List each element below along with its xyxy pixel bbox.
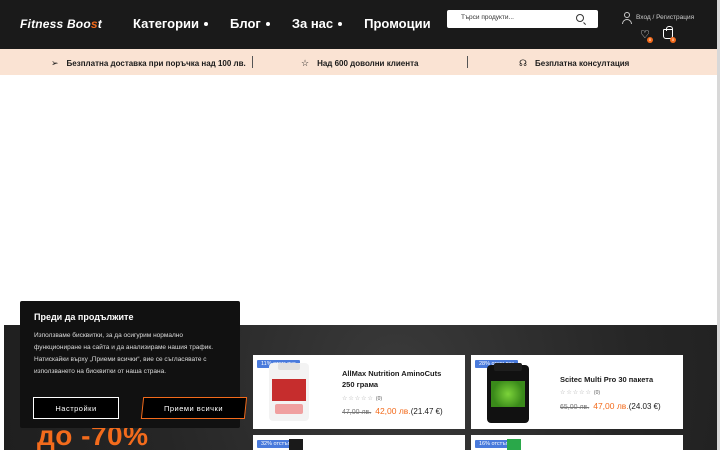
product-price: 47,00 лв. 42,00 лв.(21.47 €) [342, 406, 443, 416]
login-link[interactable]: Вход / Регистрация [636, 14, 694, 21]
promo-text: Безплатна консултация [535, 59, 630, 68]
product-card[interactable]: 11% отстъпка AllMax Nutrition AminoCuts … [253, 355, 465, 429]
new-price: 47,00 лв. [593, 401, 629, 411]
product-price: 65,00 лв. 47,00 лв.(24.03 €) [560, 401, 661, 411]
logo-text: Fitness Boo [20, 17, 91, 31]
cart-count-badge: 0 [670, 37, 676, 43]
headset-icon: ☊ [519, 58, 527, 68]
search-icon[interactable] [576, 14, 584, 22]
rating-stars: ☆☆☆☆☆ (0) [560, 390, 601, 396]
accept-label: Приеми всички [164, 403, 224, 413]
promo-item-delivery: ➢ Безплатна доставка при поръчка над 100 … [51, 58, 246, 69]
site-header: Fitness Boost Категории Блог За нас Пром… [0, 0, 720, 49]
wishlist-count-badge: 0 [647, 37, 653, 43]
nav-label: За нас [291, 16, 334, 31]
product-image[interactable] [487, 361, 529, 423]
promo-divider [252, 56, 253, 68]
dropdown-dot-icon [204, 21, 209, 26]
cookie-body: Използваме бисквитки, за да осигурим нор… [34, 332, 214, 375]
product-card[interactable]: 28% отстъпка Scitec Multi Pro 30 пакета … [471, 355, 683, 429]
nav-item-promotions[interactable]: Промоции [364, 16, 430, 31]
user-icon[interactable] [622, 12, 632, 24]
nav-label: Блог [230, 16, 261, 31]
search-placeholder: Търси продукти... [461, 14, 514, 21]
product-image[interactable] [289, 439, 303, 450]
cookie-consent-dialog: Преди да продължите Използваме бисквитки… [20, 301, 248, 428]
eur-price: (21.47 €) [410, 407, 443, 416]
send-icon: ➢ [51, 58, 59, 68]
star-icon: ☆ [301, 58, 310, 68]
promo-bar: ➢ Безплатна доставка при поръчка над 100 … [0, 49, 717, 75]
cookie-accept-all-button[interactable]: Приеми всички [140, 397, 248, 419]
old-price: 47,00 лв. [342, 409, 372, 416]
review-count: (0) [375, 396, 383, 402]
cookie-title: Преди да продължите [34, 312, 134, 322]
logo-text-end: t [97, 17, 102, 31]
promo-divider [467, 56, 468, 68]
search-input[interactable]: Търси продукти... [447, 10, 598, 28]
site-logo[interactable]: Fitness Boost [20, 17, 102, 31]
dropdown-dot-icon [265, 21, 270, 26]
promo-text: Над 600 доволни клиента [317, 59, 419, 68]
nav-item-blog[interactable]: Блог [230, 16, 270, 31]
logo-bolt-icon: s [90, 17, 98, 31]
eur-price: (24.03 €) [628, 402, 661, 411]
promo-text: Безплатна доставка при поръчка над 100 л… [66, 59, 246, 68]
promo-item-consultation: ☊ Безплатна консултация [519, 58, 629, 69]
product-image[interactable] [269, 361, 309, 423]
dropdown-dot-icon [338, 21, 343, 26]
nav-label: Категории [133, 16, 200, 31]
main-nav: Категории Блог За нас Промоции [133, 16, 453, 31]
product-card[interactable]: 32% отстъпка [253, 435, 465, 450]
promo-item-clients: ☆ Над 600 доволни клиента [301, 58, 418, 69]
nav-item-categories[interactable]: Категории [133, 16, 209, 31]
new-price: 42,00 лв. [375, 406, 411, 416]
nav-item-about[interactable]: За нас [291, 16, 343, 31]
old-price: 65,00 лв. [560, 404, 590, 411]
product-image[interactable] [507, 439, 521, 450]
product-name[interactable]: AllMax Nutrition AminoCuts 250 грама [342, 369, 452, 391]
rating-stars: ☆☆☆☆☆ (0) [342, 396, 383, 402]
review-count: (0) [593, 390, 601, 396]
product-card[interactable]: 16% отстъпка [471, 435, 683, 450]
nav-label: Промоции [364, 16, 431, 31]
cookie-settings-button[interactable]: Настройки [33, 397, 119, 419]
product-name[interactable]: Scitec Multi Pro 30 пакета [560, 375, 670, 386]
